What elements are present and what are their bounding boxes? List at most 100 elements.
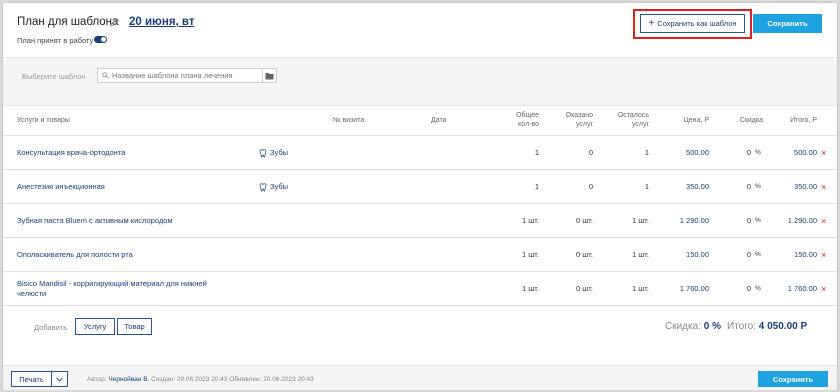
discount-value[interactable]: 0 bbox=[729, 238, 751, 272]
plan-header: План для шаблона 20 июня, вт План принят… bbox=[3, 3, 837, 57]
updated-label: Обновлен: bbox=[229, 376, 262, 383]
total-qty: 1 bbox=[534, 148, 539, 158]
row-total: 1 290.00 bbox=[787, 216, 817, 226]
table-row: Bisico Mandisil - корригирующий материал… bbox=[3, 272, 837, 306]
row-total: 1 760.00 bbox=[787, 284, 817, 294]
teeth-label: Зубы bbox=[270, 148, 289, 158]
col-discount: Скидка bbox=[739, 116, 763, 124]
total-qty: 1 шт. bbox=[522, 216, 539, 226]
price-value[interactable]: 1 760.00 bbox=[663, 272, 709, 306]
remaining-qty: 1 шт. bbox=[632, 216, 649, 226]
col-price: Цена, Р bbox=[683, 116, 709, 124]
teeth-label: Зубы bbox=[270, 182, 289, 192]
discount-unit: % bbox=[755, 284, 761, 292]
plan-accepted-toggle[interactable] bbox=[94, 36, 107, 43]
table-row: Анестезия инъекционная Зубы 1 0 1 350.00… bbox=[3, 170, 837, 204]
total-summary-label: Итого: bbox=[727, 321, 756, 332]
discount-unit: % bbox=[755, 250, 761, 258]
delete-row-icon[interactable]: × bbox=[821, 238, 826, 272]
total-qty: 1 шт. bbox=[522, 284, 539, 294]
service-name[interactable]: Анестезия инъекционная bbox=[17, 170, 227, 204]
treatment-plan-window: План для шаблона 20 июня, вт План принят… bbox=[2, 2, 838, 390]
col-total: Итого, Р bbox=[790, 116, 817, 124]
remaining-qty: 1 шт. bbox=[632, 250, 649, 260]
add-label: Добавить bbox=[34, 323, 68, 332]
provided-qty: 0 шт. bbox=[576, 250, 593, 260]
discount-unit: % bbox=[755, 216, 761, 224]
total-qty: 1 шт. bbox=[522, 250, 539, 260]
search-icon bbox=[102, 72, 109, 79]
add-product-button[interactable]: Товар bbox=[117, 318, 152, 335]
provided-qty: 0 bbox=[588, 148, 593, 158]
author-label: Автор: bbox=[87, 376, 107, 383]
services-table: Услуги и товары № визита Дата Общее кол-… bbox=[3, 106, 837, 306]
template-folder-button[interactable] bbox=[262, 68, 277, 83]
created-value: 20.06.2023 20:43 bbox=[176, 376, 228, 383]
discount-value[interactable]: 0 bbox=[729, 272, 751, 306]
product-name[interactable]: Зубная паста Bluem с активным кислородом bbox=[17, 204, 257, 238]
print-label[interactable]: Печать bbox=[12, 372, 52, 386]
discount-summary: Скидка: 0 % bbox=[665, 321, 721, 332]
author-name[interactable]: Чернойван В. bbox=[108, 376, 149, 383]
delete-row-icon[interactable]: × bbox=[821, 136, 826, 170]
discount-value[interactable]: 0 bbox=[729, 170, 751, 204]
price-value[interactable]: 350.00 bbox=[663, 170, 709, 204]
row-total: 500.00 bbox=[794, 148, 817, 158]
remaining-qty: 1 шт. bbox=[632, 284, 649, 294]
add-items-bar: Добавить Услугу Товар Скидка: 0 % Итого:… bbox=[3, 309, 837, 345]
service-name[interactable]: Консультация врача-ортодонта bbox=[17, 136, 227, 170]
price-value[interactable]: 500.00 bbox=[663, 136, 709, 170]
teeth-selector[interactable]: Зубы bbox=[259, 170, 288, 204]
price-value[interactable]: 1 290.00 bbox=[663, 204, 709, 238]
updated-value: 20.06.2023 20:43 bbox=[263, 376, 314, 383]
plan-title: План для шаблона bbox=[17, 16, 119, 28]
template-select-label: Выберите шаблон bbox=[22, 72, 86, 81]
price-value[interactable]: 150.00 bbox=[663, 238, 709, 272]
product-name[interactable]: Bisico Mandisil - корригирующий материал… bbox=[17, 272, 227, 306]
save-button-bottom[interactable]: Сохранить bbox=[758, 371, 828, 387]
save-as-template-label: Сохранить как шаблон bbox=[657, 19, 737, 28]
discount-summary-label: Скидка: bbox=[665, 321, 701, 332]
table-row: Консультация врача-ортодонта Зубы 1 0 1 … bbox=[3, 136, 837, 170]
discount-summary-value: 0 % bbox=[703, 321, 721, 332]
add-service-button[interactable]: Услугу bbox=[75, 318, 115, 335]
print-button[interactable]: Печать bbox=[11, 371, 68, 387]
discount-unit: % bbox=[755, 182, 761, 190]
col-total-qty: Общее кол-во bbox=[516, 112, 539, 128]
template-search-input[interactable]: Название шаблона плана лечения bbox=[97, 68, 263, 83]
discount-unit: % bbox=[755, 148, 761, 156]
template-search-placeholder: Название шаблона плана лечения bbox=[112, 71, 233, 80]
save-as-template-button[interactable]: + Сохранить как шаблон bbox=[640, 14, 745, 33]
row-total: 150.00 bbox=[794, 250, 817, 260]
total-summary: Итого: 4 050.00 Р bbox=[727, 321, 807, 332]
delete-row-icon[interactable]: × bbox=[821, 272, 826, 306]
delete-row-icon[interactable]: × bbox=[821, 170, 826, 204]
provided-qty: 0 шт. bbox=[576, 284, 593, 294]
table-row: Зубная паста Bluem с активным кислородом… bbox=[3, 204, 837, 238]
col-date: Дата bbox=[431, 116, 447, 124]
footer-bar: Печать Автор: Чернойван В. Создан: 20.06… bbox=[3, 365, 837, 390]
col-provided: Оказано услуг bbox=[565, 112, 593, 128]
folder-icon bbox=[265, 72, 274, 79]
save-button[interactable]: Сохранить bbox=[753, 14, 822, 33]
template-bar: Выберите шаблон Название шаблона плана л… bbox=[3, 57, 837, 106]
discount-value[interactable]: 0 bbox=[729, 136, 751, 170]
table-header: Услуги и товары № визита Дата Общее кол-… bbox=[3, 106, 837, 136]
discount-value[interactable]: 0 bbox=[729, 204, 751, 238]
chevron-down-icon[interactable] bbox=[52, 372, 67, 386]
remaining-qty: 1 bbox=[644, 148, 649, 158]
tooth-icon bbox=[259, 182, 267, 192]
remaining-qty: 1 bbox=[644, 182, 649, 192]
product-name[interactable]: Ополаскиватель для полости рта bbox=[17, 238, 227, 272]
delete-row-icon[interactable]: × bbox=[821, 204, 826, 238]
teeth-selector[interactable]: Зубы bbox=[259, 136, 288, 170]
col-services: Услуги и товары bbox=[17, 116, 70, 124]
plan-date[interactable]: 20 июня, вт bbox=[129, 16, 194, 28]
created-label: Создан: bbox=[151, 376, 176, 383]
pencil-icon[interactable] bbox=[109, 17, 120, 28]
col-remaining: Осталось услуг bbox=[617, 112, 649, 128]
plan-accepted-label: План принят в работу bbox=[17, 36, 94, 45]
total-summary-value: 4 050.00 Р bbox=[758, 321, 808, 332]
plan-meta: Автор: Чернойван В. Создан: 20.06.2023 2… bbox=[87, 376, 314, 383]
row-total: 350.00 bbox=[794, 182, 817, 192]
